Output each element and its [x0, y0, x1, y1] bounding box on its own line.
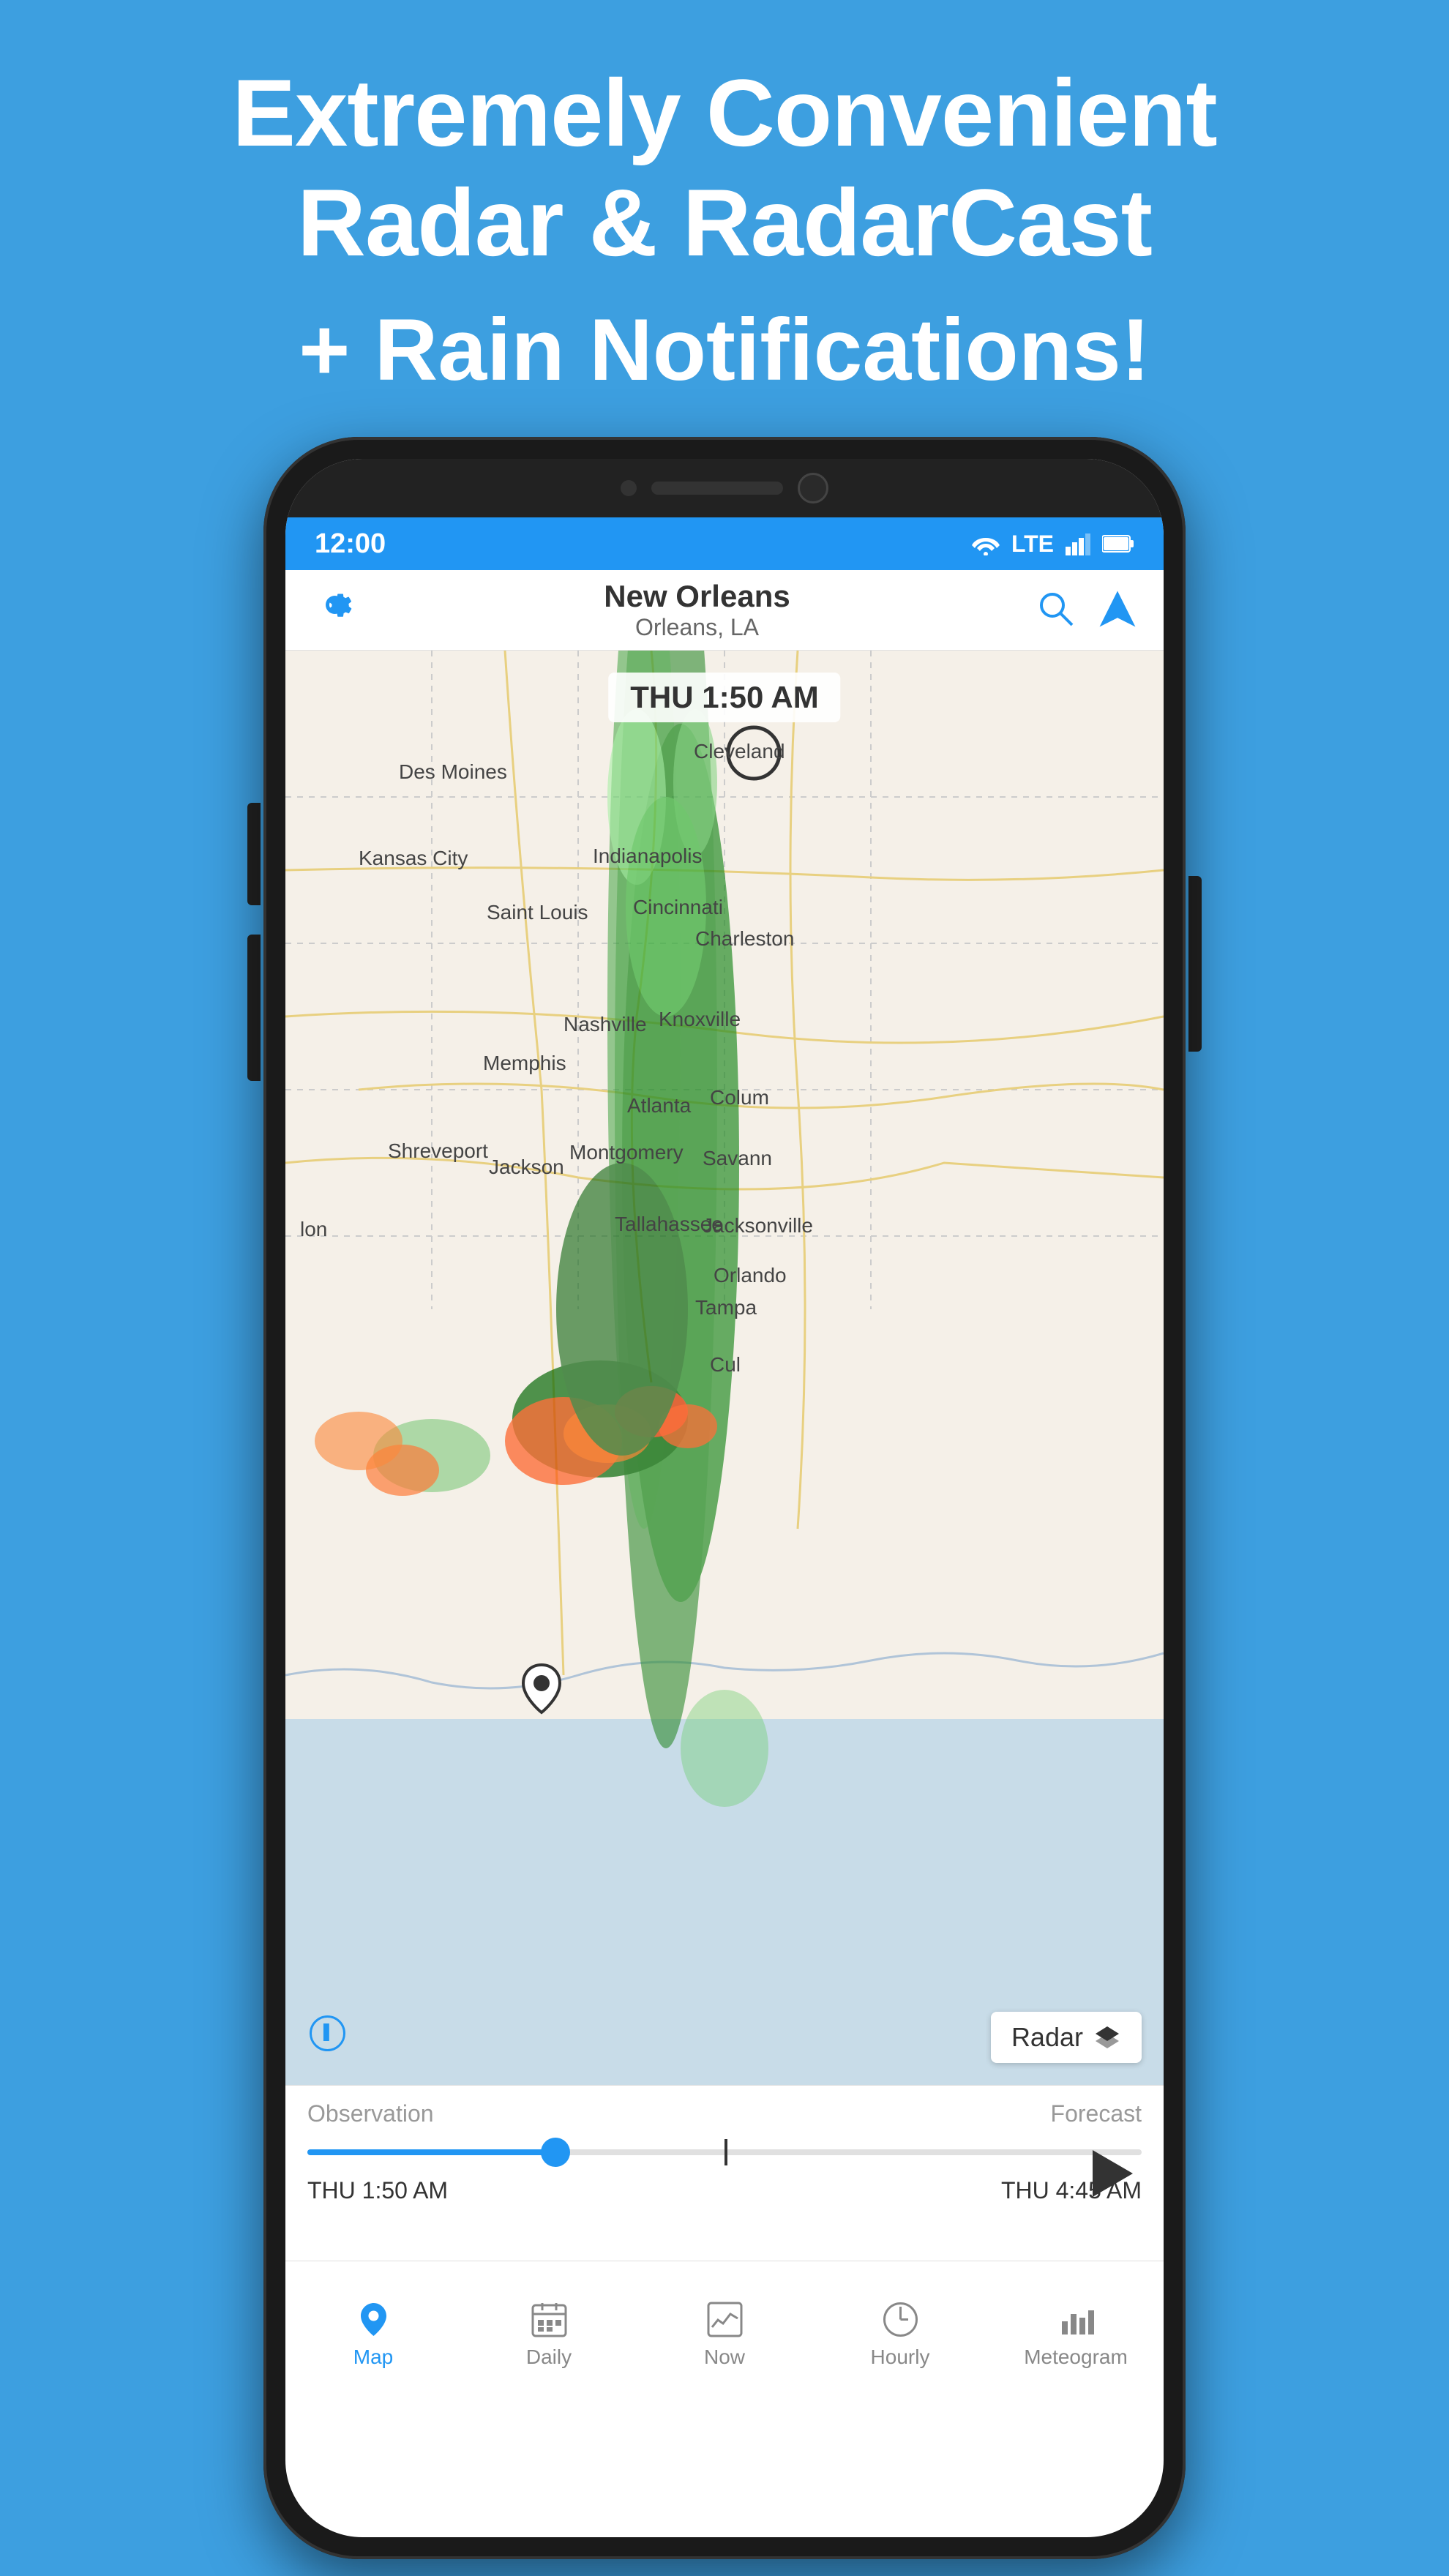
- nav-tab-now[interactable]: Now: [637, 2299, 812, 2369]
- timeline-labels: Observation Forecast: [307, 2100, 1142, 2127]
- timeline-thumb[interactable]: [541, 2138, 570, 2167]
- location-icon[interactable]: [1098, 588, 1138, 632]
- nav-label-daily: Daily: [526, 2345, 572, 2369]
- city-name: New Orleans: [359, 579, 1036, 614]
- phone-screen: 12:00 LTE: [285, 459, 1164, 2537]
- daily-nav-icon: [529, 2299, 569, 2340]
- notch-content: [621, 473, 828, 503]
- battery-icon: [1102, 534, 1134, 553]
- radar-label: Radar: [1011, 2022, 1083, 2053]
- layers-icon: [1093, 2023, 1121, 2051]
- now-nav-icon: [705, 2299, 745, 2340]
- timeline-divider: [724, 2139, 727, 2165]
- phone-frame: 12:00 LTE: [263, 437, 1186, 2559]
- settings-icon[interactable]: [311, 581, 359, 639]
- radar-button[interactable]: Radar: [991, 2012, 1142, 2063]
- nav-label-meteogram: Meteogram: [1024, 2345, 1128, 2369]
- notch-dot-left: [621, 480, 637, 496]
- nav-label-map: Map: [353, 2345, 393, 2369]
- meteogram-nav-icon: [1056, 2299, 1096, 2340]
- map-timestamp: THU 1:50 AM: [608, 673, 840, 722]
- search-icon[interactable]: [1036, 588, 1076, 632]
- bottom-navigation: Map Daily: [285, 2261, 1164, 2407]
- wifi-icon: [972, 532, 1000, 555]
- map-container[interactable]: THU 1:50 AM i Radar: [285, 651, 1164, 2085]
- volume-button-bottom: [247, 935, 261, 1081]
- timeline-track[interactable]: [307, 2149, 1142, 2155]
- hero-section: Extremely Convenient Radar & RadarCast +…: [232, 59, 1216, 400]
- info-button[interactable]: i: [307, 2013, 348, 2063]
- phone-mockup: 12:00 LTE: [263, 437, 1186, 2559]
- timeline-times: THU 1:50 AM THU 4:45 AM: [307, 2177, 1142, 2204]
- status-time: 12:00: [315, 528, 386, 560]
- notch-speaker: [651, 482, 783, 495]
- phone-notch: [285, 459, 1164, 517]
- status-icons: LTE: [972, 531, 1134, 558]
- nav-tab-meteogram[interactable]: Meteogram: [988, 2299, 1164, 2369]
- hero-title: Extremely Convenient Radar & RadarCast: [232, 59, 1216, 277]
- map-pin: [520, 1661, 564, 1726]
- lte-label: LTE: [1011, 531, 1054, 558]
- volume-button-top: [247, 803, 261, 905]
- observation-label: Observation: [307, 2100, 434, 2127]
- app-header: New Orleans Orleans, LA: [285, 570, 1164, 651]
- nav-label-now: Now: [704, 2345, 745, 2369]
- signal-icon: [1066, 532, 1090, 555]
- header-actions: [1036, 588, 1138, 632]
- power-button: [1188, 876, 1202, 1052]
- play-triangle-icon: [1093, 2150, 1133, 2197]
- radar-overlay: [285, 651, 1164, 2085]
- hourly-nav-icon: [880, 2299, 921, 2340]
- timeline-container: Observation Forecast THU 1:50 AM THU 4:4…: [285, 2085, 1164, 2261]
- timeline-start-time: THU 1:50 AM: [307, 2177, 448, 2204]
- forecast-label: Forecast: [1051, 2100, 1142, 2127]
- city-region: Orleans, LA: [359, 614, 1036, 641]
- nav-tab-hourly[interactable]: Hourly: [812, 2299, 988, 2369]
- nav-label-hourly: Hourly: [871, 2345, 930, 2369]
- timeline-progress: [307, 2149, 558, 2155]
- map-nav-icon: [353, 2299, 394, 2340]
- nav-tab-daily[interactable]: Daily: [461, 2299, 637, 2369]
- play-button[interactable]: [1083, 2144, 1142, 2203]
- svg-text:i: i: [323, 2021, 329, 2044]
- nav-tab-map[interactable]: Map: [285, 2299, 461, 2369]
- notch-camera: [798, 473, 828, 503]
- hero-subtitle: + Rain Notifications!: [232, 299, 1216, 400]
- status-bar: 12:00 LTE: [285, 517, 1164, 570]
- location-info: New Orleans Orleans, LA: [359, 579, 1036, 641]
